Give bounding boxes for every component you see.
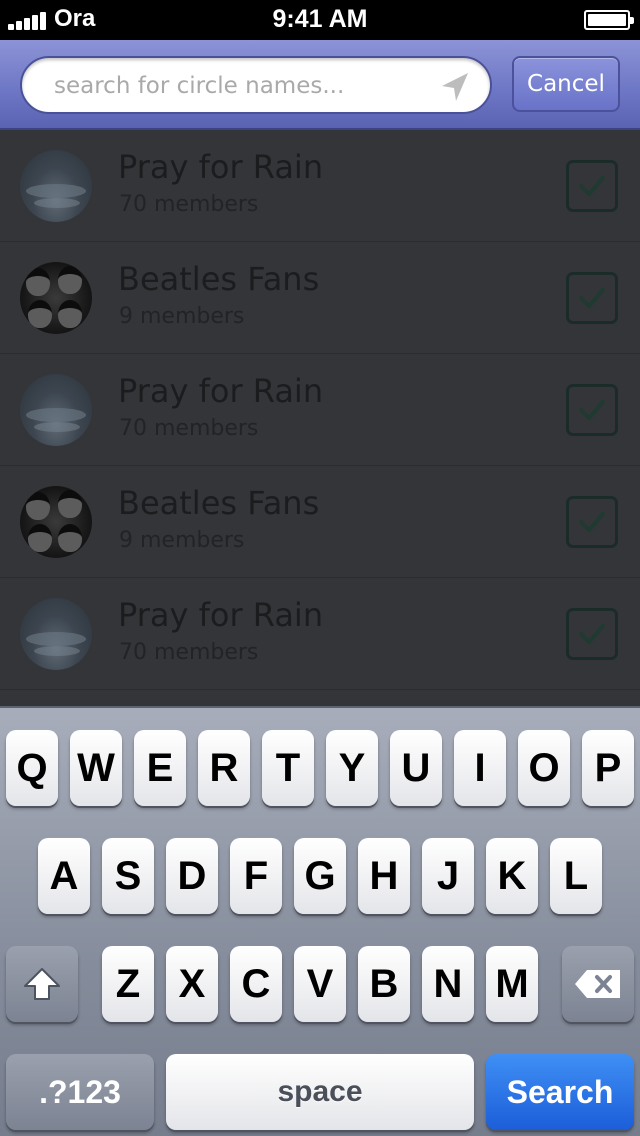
search-field[interactable] [20, 56, 492, 114]
key-n[interactable]: N [422, 946, 474, 1022]
key-i[interactable]: I [454, 730, 506, 806]
key-l[interactable]: L [550, 838, 602, 914]
status-time: 9:41 AM [272, 5, 368, 33]
shift-key[interactable] [6, 946, 78, 1022]
key-w[interactable]: W [70, 730, 122, 806]
battery-icon [584, 10, 634, 30]
numbers-key[interactable]: .?123 [6, 1054, 154, 1130]
circle-avatar [20, 486, 92, 558]
key-s[interactable]: S [102, 838, 154, 914]
circle-checkbox[interactable] [566, 160, 618, 212]
key-o[interactable]: O [518, 730, 570, 806]
circle-member-count: 9 members [119, 528, 245, 553]
key-p[interactable]: P [582, 730, 634, 806]
circle-member-count: 70 members [119, 192, 259, 217]
circle-name: Pray for Rain [118, 372, 324, 410]
checkmark-icon [579, 400, 605, 420]
circle-member-count: 70 members [119, 416, 259, 441]
key-t[interactable]: T [262, 730, 314, 806]
shift-arrow-icon [24, 968, 60, 1000]
circle-row[interactable]: Pray for Rain 70 members [0, 130, 640, 242]
search-header: Cancel [0, 40, 640, 130]
key-a[interactable]: A [38, 838, 90, 914]
checkmark-icon [579, 176, 605, 196]
key-u[interactable]: U [390, 730, 442, 806]
search-input[interactable] [54, 68, 434, 104]
checkmark-icon [579, 288, 605, 308]
circle-avatar [20, 374, 92, 446]
circle-row[interactable]: Pray for Rain 70 members [0, 354, 640, 466]
key-b[interactable]: B [358, 946, 410, 1022]
key-z[interactable]: Z [102, 946, 154, 1022]
circle-member-count: 9 members [119, 304, 245, 329]
circle-name: Pray for Rain [118, 148, 324, 186]
key-c[interactable]: C [230, 946, 282, 1022]
checkmark-icon [579, 624, 605, 644]
circle-checkbox[interactable] [566, 384, 618, 436]
status-bar: Ora 9:41 AM [0, 0, 640, 40]
checkmark-icon [579, 512, 605, 532]
circle-name: Beatles Fans [118, 260, 320, 298]
key-e[interactable]: E [134, 730, 186, 806]
key-x[interactable]: X [166, 946, 218, 1022]
circle-checkbox[interactable] [566, 272, 618, 324]
circle-avatar [20, 598, 92, 670]
key-y[interactable]: Y [326, 730, 378, 806]
circle-row[interactable]: Beatles Fans 9 members [0, 466, 640, 578]
key-f[interactable]: F [230, 838, 282, 914]
circle-avatar [20, 150, 92, 222]
circle-name: Beatles Fans [118, 484, 320, 522]
key-r[interactable]: R [198, 730, 250, 806]
key-m[interactable]: M [486, 946, 538, 1022]
delete-key[interactable] [562, 946, 634, 1022]
key-q[interactable]: Q [6, 730, 58, 806]
keyboard: Q W E R T Y U I O P A S D F G H J K L Z X C V B N M .?123 space Sear… [0, 706, 640, 1136]
space-key[interactable]: space [166, 1054, 474, 1130]
circle-row[interactable]: Pray for Rain 70 members [0, 578, 640, 690]
circle-checkbox[interactable] [566, 496, 618, 548]
circle-avatar [20, 262, 92, 334]
circle-member-count: 70 members [119, 640, 259, 665]
key-k[interactable]: K [486, 838, 538, 914]
circle-name: Pray for Rain [118, 596, 324, 634]
cancel-button[interactable]: Cancel [512, 56, 620, 112]
key-h[interactable]: H [358, 838, 410, 914]
circle-checkbox[interactable] [566, 608, 618, 660]
key-d[interactable]: D [166, 838, 218, 914]
search-key[interactable]: Search [486, 1054, 634, 1130]
key-g[interactable]: G [294, 838, 346, 914]
circle-list: Pray for Rain 70 members Beatles Fans 9 mem… [0, 130, 640, 706]
key-v[interactable]: V [294, 946, 346, 1022]
location-arrow-icon[interactable] [438, 70, 472, 104]
key-j[interactable]: J [422, 838, 474, 914]
circle-row[interactable]: Beatles Fans 9 members [0, 242, 640, 354]
backspace-icon [575, 970, 620, 998]
